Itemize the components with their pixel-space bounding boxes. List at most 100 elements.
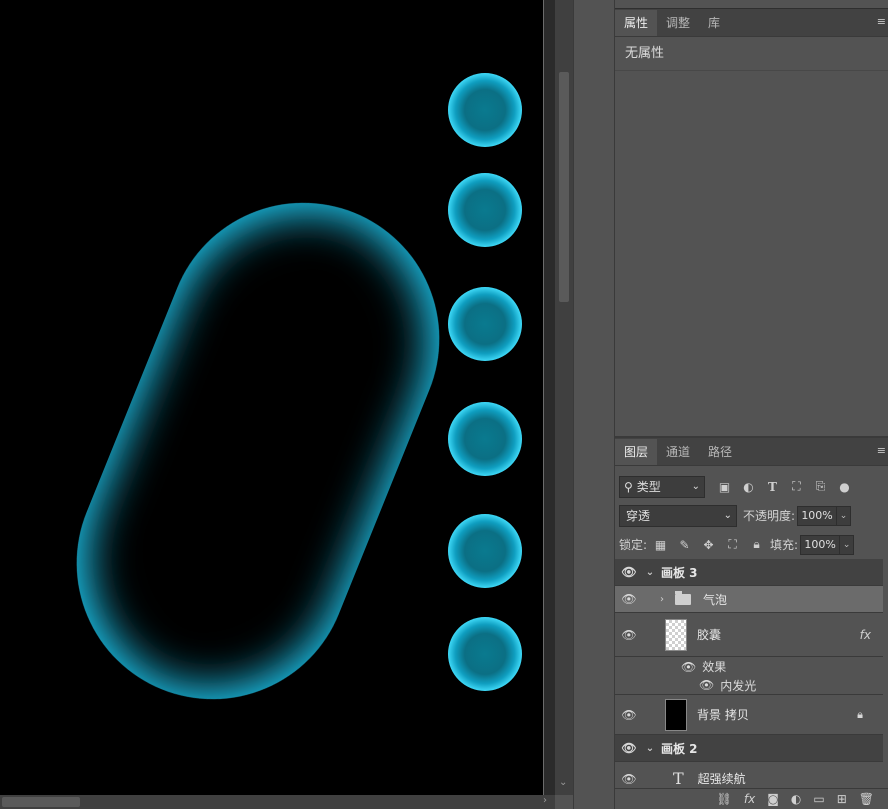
tab-libraries[interactable]: 库 [699, 10, 729, 36]
layer-thumbnail [665, 698, 687, 731]
filter-kind-select[interactable]: ⚲ 类型 ⌄ [619, 475, 705, 498]
opacity-dropdown-icon[interactable]: ⌄ [837, 505, 852, 526]
lock-label: 锁定: [619, 538, 648, 552]
capsule-shape [76, 202, 440, 700]
layer-bubbles-group[interactable]: 👁︎ › 气泡 [615, 586, 883, 613]
no-properties-text: 无属性 [615, 37, 888, 71]
blend-mode-value: 穿透 [626, 509, 651, 523]
chevron-right-icon[interactable]: › [655, 594, 669, 605]
folder-icon [675, 590, 691, 605]
bubble-6 [448, 617, 522, 691]
tab-adjustments[interactable]: 调整 [657, 10, 699, 36]
lock-icons: ▦ ✎ ✥ ⛶ 🔒︎ [653, 537, 764, 552]
opacity-field[interactable]: 100% [797, 505, 838, 526]
bubble-2 [448, 173, 522, 247]
layer-background-copy[interactable]: 👁︎ 背景 拷贝 🔒︎ [615, 695, 883, 735]
document-canvas[interactable] [0, 0, 543, 795]
lock-artboard-icon[interactable]: ⛶ [725, 537, 740, 552]
opacity-label: 不透明度: [743, 509, 796, 523]
new-group-icon[interactable]: ▭ [813, 792, 824, 806]
search-icon: ⚲ [624, 479, 633, 494]
eye-icon[interactable]: 👁︎ [615, 741, 643, 755]
filter-toggle-icon[interactable]: ● [837, 479, 852, 494]
layers-panel: 图层 通道 路径 ≡ ⚲ 类型 ⌄ ▣ ◐ T ⛶ ⎘ ● 穿透 ⌄ 不透明度:… [615, 436, 888, 809]
adjustment-filter-icon[interactable]: ◐ [741, 479, 756, 494]
panel-menu-icon[interactable]: ≡ [877, 15, 886, 28]
bubble-group [448, 73, 522, 691]
layers-tabbar: 图层 通道 路径 ≡ [615, 438, 888, 466]
lock-all-icon[interactable]: 🔒︎ [749, 537, 764, 552]
shape-filter-icon[interactable]: ⛶ [789, 479, 804, 494]
tab-properties[interactable]: 属性 [615, 10, 658, 36]
canvas-vertical-scrollbar[interactable]: ⌄ [555, 0, 573, 795]
add-mask-icon[interactable]: ◙ [767, 792, 779, 806]
chevron-down-icon[interactable]: ⌄ [643, 743, 657, 754]
tab-layers[interactable]: 图层 [615, 439, 658, 465]
fx-icon[interactable]: fx [860, 628, 871, 642]
bubble-4 [448, 402, 522, 476]
filter-kind-value: 类型 [636, 480, 661, 494]
layer-name: 画板 3 [661, 565, 698, 580]
scroll-thumb[interactable] [2, 797, 80, 807]
layer-artboard-3[interactable]: 👁︎ ⌄ 画板 3 [615, 559, 883, 586]
lock-position-icon[interactable]: ✥ [701, 537, 716, 552]
fill-field[interactable]: 100% [800, 534, 841, 555]
layer-name: 胶囊 [697, 628, 722, 642]
eye-icon[interactable]: 👁︎ [615, 772, 643, 786]
scroll-thumb[interactable] [559, 72, 569, 302]
layer-effects-row[interactable]: 👁︎ 效果 [615, 657, 883, 676]
delete-layer-icon[interactable]: 🗑︎ [859, 792, 874, 806]
chevron-down-icon[interactable]: ⌄ [643, 567, 657, 578]
eye-icon[interactable]: 👁︎ [615, 628, 643, 642]
filter-row: ⚲ 类型 ⌄ ▣ ◐ T ⛶ ⎘ ● [615, 472, 888, 501]
bubble-1 [448, 73, 522, 147]
canvas-artwork [76, 73, 522, 700]
layer-name: 超强续航 [697, 772, 746, 786]
lock-icon: 🔒︎ [857, 707, 863, 721]
chevron-down-icon: ⌄ [691, 481, 700, 492]
properties-tabbar: 属性 调整 库 ≡ [615, 9, 888, 37]
bubble-5 [448, 514, 522, 588]
layer-thumbnail [665, 618, 687, 651]
fill-dropdown-icon[interactable]: ⌄ [840, 534, 855, 555]
layer-capsule[interactable]: 👁︎ 胶囊 fx [615, 613, 883, 657]
layers-footer: ⛓︎ fx ◙ ◐ ▭ ⊞ 🗑︎ [615, 788, 888, 809]
link-layers-icon[interactable]: ⛓︎ [717, 792, 732, 806]
effects-label: 效果 [702, 660, 727, 674]
text-layer-icon: T [673, 769, 684, 788]
lock-transparency-icon[interactable]: ▦ [653, 537, 668, 552]
eye-icon[interactable]: 👁︎ [615, 565, 643, 579]
lock-row: 锁定: ▦ ✎ ✥ ⛶ 🔒︎ 填充: 100% ⌄ [615, 530, 888, 559]
inner-glow-label: 内发光 [720, 678, 757, 693]
add-style-icon[interactable]: fx [744, 792, 755, 806]
bubble-3 [448, 287, 522, 361]
adjustment-layer-icon[interactable]: ◐ [791, 792, 801, 806]
eye-icon[interactable]: 👁︎ [681, 660, 696, 674]
canvas-gutter [543, 0, 555, 795]
properties-panel: 属性 调整 库 ≡ 无属性 [615, 8, 888, 436]
scroll-right-icon[interactable]: › [543, 795, 547, 806]
layer-inner-glow-row[interactable]: 👁︎ 内发光 [615, 676, 883, 695]
layer-name: 画板 2 [661, 741, 698, 756]
tab-channels[interactable]: 通道 [657, 439, 699, 465]
blend-mode-select[interactable]: 穿透 ⌄ [619, 504, 737, 527]
type-filter-icon[interactable]: T [765, 479, 780, 494]
new-layer-icon[interactable]: ⊞ [837, 792, 847, 806]
tab-paths[interactable]: 路径 [699, 439, 741, 465]
collapsed-dock [573, 0, 615, 809]
filter-icons: ▣ ◐ T ⛶ ⎘ ● [717, 479, 852, 494]
eye-icon[interactable]: 👁︎ [699, 678, 714, 692]
eye-icon[interactable]: 👁︎ [615, 592, 643, 606]
layer-list: 👁︎ ⌄ 画板 3 👁︎ › 气泡 👁︎ 胶囊 fx 👁︎ 效果 👁︎ 内发光 … [615, 559, 883, 796]
lock-pixels-icon[interactable]: ✎ [677, 537, 692, 552]
scroll-down-icon[interactable]: ⌄ [559, 777, 567, 788]
smart-object-filter-icon[interactable]: ⎘ [813, 479, 828, 494]
image-filter-icon[interactable]: ▣ [717, 479, 732, 494]
eye-icon[interactable]: 👁︎ [615, 708, 643, 722]
blend-row: 穿透 ⌄ 不透明度: 100% ⌄ [615, 501, 888, 530]
layer-artboard-2[interactable]: 👁︎ ⌄ 画板 2 [615, 735, 883, 762]
panel-menu-icon[interactable]: ≡ [877, 444, 886, 457]
fill-label: 填充: [770, 538, 799, 552]
canvas-horizontal-scrollbar[interactable]: › [0, 795, 555, 809]
chevron-down-icon: ⌄ [723, 510, 732, 521]
